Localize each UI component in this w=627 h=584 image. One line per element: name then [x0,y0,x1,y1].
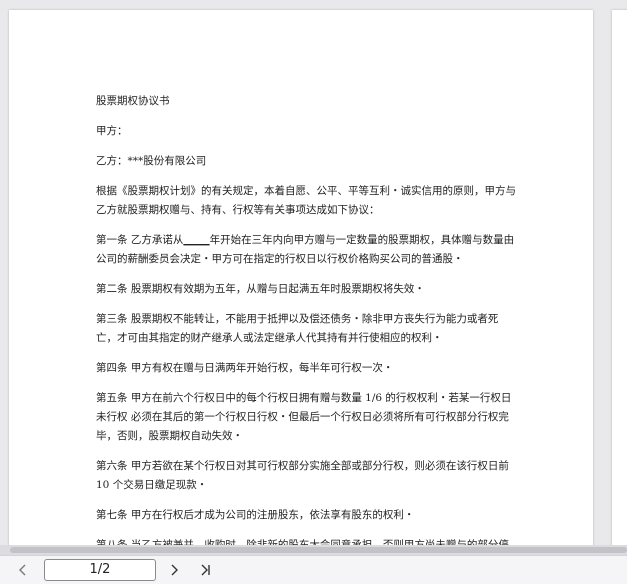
article-2: 第二条 股票期权有效期为五年，从赠与日起满五年时股票期权将失效・ [96,283,425,295]
article-8: 第八条 当乙方被兼并、收购时，除非新的股东大会同意承担，否则甲方尚未赠与的部分停… [96,539,509,545]
document-page-2 [612,10,627,545]
chevron-left-icon[interactable] [14,561,32,579]
article-4: 第四条 甲方有权在赠与日满两年开始行权，每半年可行权一次・ [96,362,394,374]
page-number-input[interactable]: 1/2 [44,559,156,581]
page-navigation-toolbar: 1/2 [0,555,627,584]
party-b: 乙方：***股份有限公司 [96,155,207,167]
party-a: 甲方： [96,125,128,137]
document-page-1: 股票期权协议书 甲方： 乙方：***股份有限公司 根据《股票期权计划》的有关规定… [9,10,593,545]
article-6: 第六条 甲方若欲在某个行权日对其可行权部分实施全部或部分行权，则必须在该行权日前… [96,460,509,491]
scrollbar-thumb[interactable] [10,547,627,553]
skip-to-last-icon[interactable] [196,561,214,579]
article-7: 第七条 甲方在行权后才成为公司的注册股东，依法享有股东的权利・ [96,509,415,521]
document-title: 股票期权协议书 [96,95,170,107]
article-1-pre: 第一条 乙方承诺从 [96,234,184,246]
article-1-blank: _____ [183,234,210,246]
article-1: 第一条 乙方承诺从_____年开始在三年内向甲方赠与一定数量的股票期权，具体赠与… [96,231,516,269]
horizontal-scrollbar[interactable] [0,545,627,555]
article-5: 第五条 甲方在前六个行权日中的每个行权日拥有赠与数量 1/6 的行权权利・若某一… [96,392,512,442]
chevron-right-icon[interactable] [165,561,183,579]
document-viewer[interactable]: 股票期权协议书 甲方： 乙方：***股份有限公司 根据《股票期权计划》的有关规定… [0,0,627,545]
document-content: 股票期权协议书 甲方： 乙方：***股份有限公司 根据《股票期权计划》的有关规定… [96,92,516,545]
intro-paragraph: 根据《股票期权计划》的有关规定，本着自愿、公平、平等互利・诚实信用的原则，甲方与… [96,185,516,216]
article-3: 第三条 股票期权不能转让，不能用于抵押以及偿还债务・除非甲方丧失行为能力或者死亡… [96,313,499,344]
